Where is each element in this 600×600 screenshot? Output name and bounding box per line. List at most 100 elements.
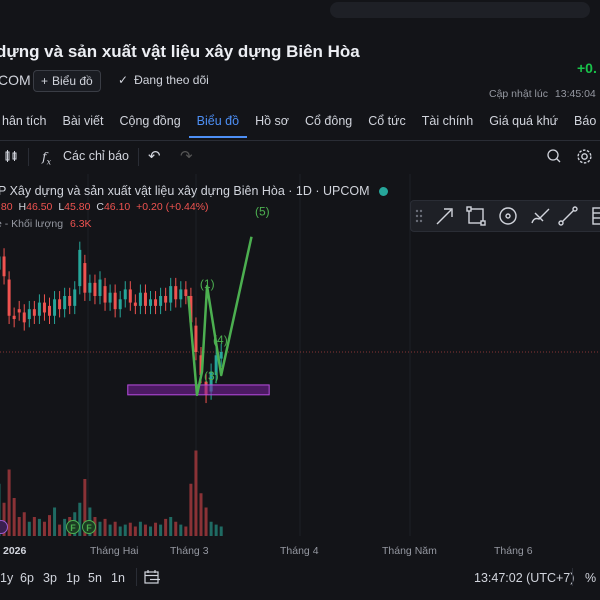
candle-body bbox=[2, 256, 6, 277]
volume-bar bbox=[98, 521, 102, 536]
undo-icon[interactable]: ↶ bbox=[148, 147, 161, 165]
candle-body bbox=[7, 279, 11, 316]
volume-bar bbox=[58, 524, 62, 536]
candle-body bbox=[103, 286, 107, 303]
add-chart-label: Biểu đồ bbox=[52, 74, 93, 88]
fib-tool-icon[interactable] bbox=[592, 207, 600, 225]
tab-item[interactable]: Bài viết bbox=[54, 114, 111, 136]
tab-item[interactable]: Giá quá khứ bbox=[481, 114, 566, 136]
candle-body bbox=[143, 292, 147, 306]
tab-item[interactable]: Cộng đồng bbox=[111, 114, 188, 136]
add-chart-button[interactable]: + Biểu đồ bbox=[33, 70, 101, 92]
indicators-icon[interactable]: fx bbox=[42, 149, 51, 167]
candle-body bbox=[78, 249, 82, 287]
plus-icon: + bbox=[41, 74, 49, 88]
tab-item[interactable]: Biểu đồ bbox=[188, 114, 248, 138]
tab-item[interactable]: Hồ sơ bbox=[247, 114, 297, 136]
rectangle-tool-icon[interactable] bbox=[466, 206, 486, 226]
range-button-1y[interactable]: 1y bbox=[0, 571, 13, 585]
section-tabs: hân tích Bài viết Cộng đồng Biểu đồ Hồ sơ Cổ … bbox=[0, 114, 600, 138]
percent-toggle[interactable]: % bbox=[585, 571, 596, 585]
volume-bar bbox=[214, 524, 218, 536]
volume-bar bbox=[143, 524, 147, 536]
search-box[interactable] bbox=[330, 2, 590, 18]
volume-bar bbox=[113, 521, 117, 536]
candle-type-icon[interactable] bbox=[4, 149, 18, 166]
volume-bar bbox=[179, 524, 183, 536]
volume-bar bbox=[154, 522, 158, 536]
ohlc-close: 46.10 bbox=[103, 201, 131, 213]
wave-label: (4) bbox=[213, 333, 228, 347]
candle-body bbox=[27, 309, 31, 320]
volume-bar bbox=[37, 518, 41, 536]
candle-body bbox=[22, 312, 26, 323]
volume-bar bbox=[63, 518, 67, 536]
clock-readout[interactable]: 13:47:02 (UTC+7) bbox=[474, 571, 574, 585]
candle-body bbox=[164, 296, 168, 303]
range-button-1p[interactable]: 1p bbox=[66, 571, 80, 585]
range-button-5n[interactable]: 5n bbox=[88, 571, 102, 585]
indicators-button[interactable]: Các chỉ báo bbox=[63, 149, 129, 163]
redo-icon[interactable]: ↷ bbox=[180, 147, 193, 165]
screenshot-icon[interactable] bbox=[546, 148, 562, 167]
candle-body bbox=[179, 289, 183, 300]
volume-bar bbox=[184, 526, 188, 536]
arrow-tool-icon[interactable] bbox=[436, 208, 453, 225]
brush-tool-icon[interactable] bbox=[531, 208, 550, 224]
settings-gear-icon[interactable] bbox=[576, 148, 593, 168]
time-axis-label: 2026 bbox=[3, 545, 27, 557]
chart-symbol-title: P Xây dựng và sản xuất vật liệu xây dựng… bbox=[0, 184, 389, 198]
trendline-tool-icon[interactable] bbox=[558, 206, 578, 226]
time-axis-label: Tháng 3 bbox=[170, 545, 209, 557]
ohlc-high-label: H bbox=[18, 201, 27, 213]
range-button-6p[interactable]: 6p bbox=[20, 571, 34, 585]
circle-tool-icon[interactable] bbox=[499, 207, 517, 225]
candle-body bbox=[68, 296, 72, 306]
candle-body bbox=[98, 279, 102, 296]
date-range-icon[interactable] bbox=[144, 569, 161, 588]
tab-item[interactable]: Cổ tức bbox=[360, 114, 414, 136]
candle-body bbox=[63, 296, 67, 310]
volume-bar bbox=[17, 517, 21, 536]
candle-body bbox=[108, 292, 112, 303]
volume-bar bbox=[133, 526, 137, 536]
tab-item[interactable]: Báo cáo bbox=[566, 114, 600, 136]
updated-label: Cập nhật lúc bbox=[489, 88, 548, 100]
wave-label: (5) bbox=[255, 204, 270, 218]
wave-label: (3) bbox=[204, 369, 219, 383]
market-status-dot bbox=[379, 187, 389, 197]
ohlc-change: +0.20 (+0.44%) bbox=[136, 201, 209, 213]
volume-bar bbox=[42, 521, 46, 536]
candle-body bbox=[73, 289, 77, 306]
volume-bar bbox=[159, 524, 163, 536]
candle-body bbox=[113, 292, 117, 310]
tab-item[interactable]: Tài chính bbox=[414, 114, 481, 136]
candle-body bbox=[83, 263, 87, 293]
candle-body bbox=[184, 289, 188, 296]
event-marker-letter: F bbox=[70, 523, 76, 533]
candle-body bbox=[159, 296, 163, 306]
candle-body bbox=[174, 286, 178, 300]
updated-time: Cập nhật lúc 13:45:04 | V bbox=[489, 88, 600, 100]
symbol-title-text: P Xây dựng và sản xuất vật liệu xây dựng… bbox=[0, 184, 370, 198]
candle-body bbox=[194, 325, 198, 352]
toolbar-divider bbox=[138, 148, 139, 166]
volume-bar bbox=[103, 518, 107, 536]
drag-handle-icon[interactable] bbox=[415, 209, 423, 223]
ohlc-open: .80 bbox=[0, 201, 13, 213]
volume-bar bbox=[164, 518, 168, 536]
time-axis-label: Tháng 4 bbox=[280, 545, 319, 557]
candle-body bbox=[118, 299, 122, 310]
wave-label: (1) bbox=[200, 277, 215, 291]
volume-bar bbox=[138, 521, 142, 536]
follow-button[interactable]: ✓ Đang theo dõi bbox=[118, 73, 209, 87]
volume-bar bbox=[128, 522, 132, 536]
range-button-3p[interactable]: 3p bbox=[43, 571, 57, 585]
candle-body bbox=[123, 289, 127, 300]
volume-bar bbox=[12, 498, 16, 536]
tab-item[interactable]: hân tích bbox=[0, 114, 54, 136]
check-icon: ✓ bbox=[118, 73, 129, 87]
ohlc-close-label: C bbox=[96, 201, 104, 213]
range-button-1n[interactable]: 1n bbox=[111, 571, 125, 585]
tab-item[interactable]: Cổ đông bbox=[297, 114, 360, 136]
